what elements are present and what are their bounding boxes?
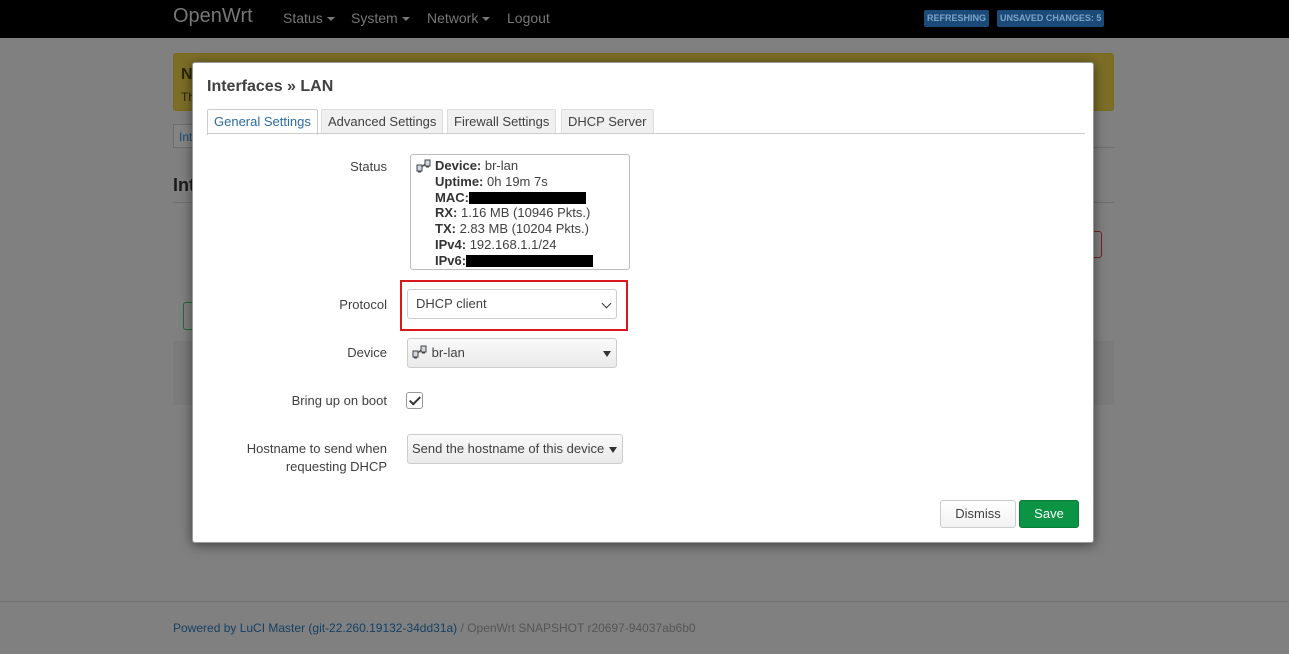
- modal-title: Interfaces » LAN: [207, 78, 334, 95]
- chevron-down-icon: [601, 298, 612, 309]
- interface-modal: Interfaces » LAN General Settings Advanc…: [192, 62, 1094, 543]
- navbar: OpenWrt Status System Network Logout REF…: [0, 0, 1289, 38]
- dismiss-button[interactable]: Dismiss: [940, 500, 1016, 528]
- chevron-down-icon: [326, 17, 335, 22]
- boot-label: Bring up on boot: [291, 393, 387, 408]
- brand-logo[interactable]: OpenWrt: [173, 5, 253, 28]
- chevron-down-icon: [401, 17, 410, 22]
- status-rx: RX: 1.16 MB (10946 Pkts.): [435, 205, 591, 221]
- status-device: Device: br-lan: [416, 158, 624, 174]
- footer: Powered by LuCI Master (git-22.260.19132…: [173, 621, 696, 635]
- dropdown-arrow-icon: [603, 351, 611, 357]
- dropdown-arrow-icon: [609, 447, 617, 453]
- refreshing-badge[interactable]: REFRESHING: [924, 10, 990, 27]
- background-button: [1094, 231, 1102, 258]
- tab-dhcp-server[interactable]: DHCP Server: [561, 109, 654, 134]
- tab-firewall-settings[interactable]: Firewall Settings: [447, 109, 557, 134]
- divider: [0, 601, 1289, 602]
- protocol-select[interactable]: DHCP client: [407, 289, 617, 319]
- tab-general-settings[interactable]: General Settings: [207, 109, 318, 135]
- status-mac: MAC:: [416, 190, 624, 206]
- status-box: Device: br-lan Uptime: 0h 19m 7s MAC: RX…: [410, 154, 630, 270]
- status-ipv4: IPv4: 192.168.1.1/24: [435, 236, 557, 252]
- menu-system[interactable]: System: [351, 10, 410, 26]
- network-icon: [416, 159, 431, 173]
- hostname-select[interactable]: Send the hostname of this device: [407, 434, 623, 464]
- save-button[interactable]: Save: [1019, 500, 1079, 528]
- redacted-ipv6: [466, 255, 594, 268]
- status-label: Status: [350, 159, 387, 174]
- status-uptime: Uptime: 0h 19m 7s: [435, 173, 548, 189]
- menu-logout[interactable]: Logout: [507, 10, 550, 26]
- footer-version: / OpenWrt SNAPSHOT r20697-94037ab6b0: [457, 621, 696, 635]
- tab-advanced-settings[interactable]: Advanced Settings: [321, 109, 444, 134]
- luci-link[interactable]: Powered by LuCI Master (git-22.260.19132…: [173, 621, 457, 635]
- menu-status[interactable]: Status: [283, 10, 335, 26]
- device-select[interactable]: br-lan: [407, 338, 617, 368]
- bring-up-on-boot-checkbox[interactable]: [406, 392, 423, 409]
- chevron-down-icon: [482, 17, 491, 22]
- unsaved-changes-badge[interactable]: UNSAVED CHANGES: 5: [997, 10, 1105, 27]
- status-tx: TX: 2.83 MB (10204 Pkts.): [435, 221, 589, 237]
- redacted-mac: [468, 192, 586, 205]
- protocol-label: Protocol: [339, 297, 387, 312]
- status-ipv6: IPv6:: [416, 253, 624, 269]
- device-label: Device: [347, 345, 387, 360]
- menu-network[interactable]: Network: [427, 10, 491, 26]
- network-icon: [412, 345, 427, 359]
- divider: [207, 133, 1085, 134]
- hostname-label: Hostname to send when requesting DHCP: [246, 441, 387, 474]
- alert-title: N: [181, 66, 193, 83]
